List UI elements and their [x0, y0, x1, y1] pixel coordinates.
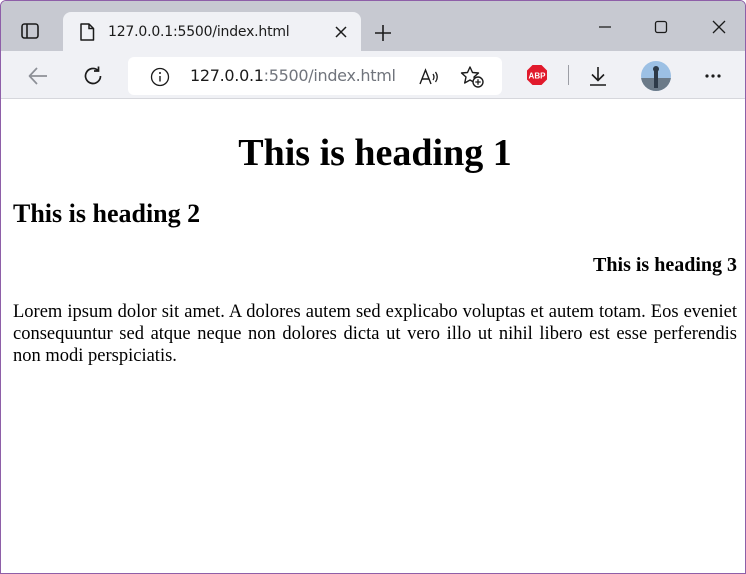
url-host: 127.0.0.1	[190, 66, 264, 85]
read-aloud-icon[interactable]	[418, 66, 440, 88]
back-icon[interactable]	[25, 63, 51, 89]
url-text[interactable]: 127.0.0.1:5500/index.html	[190, 66, 396, 85]
title-bar: 127.0.0.1:5500/index.html	[1, 1, 745, 51]
plus-icon[interactable]	[371, 21, 395, 45]
tab-actions-icon[interactable]	[11, 15, 49, 47]
tab-title: 127.0.0.1:5500/index.html	[108, 23, 290, 40]
minimize-icon[interactable]	[593, 15, 617, 39]
toolbar: 127.0.0.1:5500/index.html	[1, 51, 745, 99]
lorem-paragraph: Lorem ipsum dolor sit amet. A dolores au…	[13, 302, 737, 366]
adblock-plus-icon[interactable]: ABP	[526, 64, 548, 86]
window-close-icon[interactable]	[707, 15, 731, 39]
browser-tab[interactable]: 127.0.0.1:5500/index.html	[63, 12, 361, 51]
favorites-add-icon[interactable]	[460, 65, 484, 89]
info-icon[interactable]	[150, 67, 170, 87]
page-content: This is heading 1 This is heading 2 This…	[1, 100, 745, 573]
heading-2: This is heading 2	[13, 199, 201, 228]
more-icon[interactable]	[700, 63, 726, 89]
page-icon	[80, 22, 95, 41]
heading-3: This is heading 3	[593, 254, 737, 276]
abp-label: ABP	[529, 72, 547, 81]
refresh-icon[interactable]	[80, 63, 106, 89]
url-path: :5500/index.html	[263, 66, 396, 85]
download-icon[interactable]	[585, 63, 611, 89]
browser-window: 127.0.0.1:5500/index.html 127.0.0.1:5500…	[0, 0, 746, 574]
close-icon[interactable]	[331, 22, 351, 42]
profile-avatar[interactable]	[641, 61, 671, 91]
maximize-icon[interactable]	[649, 15, 673, 39]
toolbar-divider	[568, 65, 569, 85]
heading-1: This is heading 1	[238, 132, 512, 174]
address-bar[interactable]: 127.0.0.1:5500/index.html	[128, 57, 502, 95]
